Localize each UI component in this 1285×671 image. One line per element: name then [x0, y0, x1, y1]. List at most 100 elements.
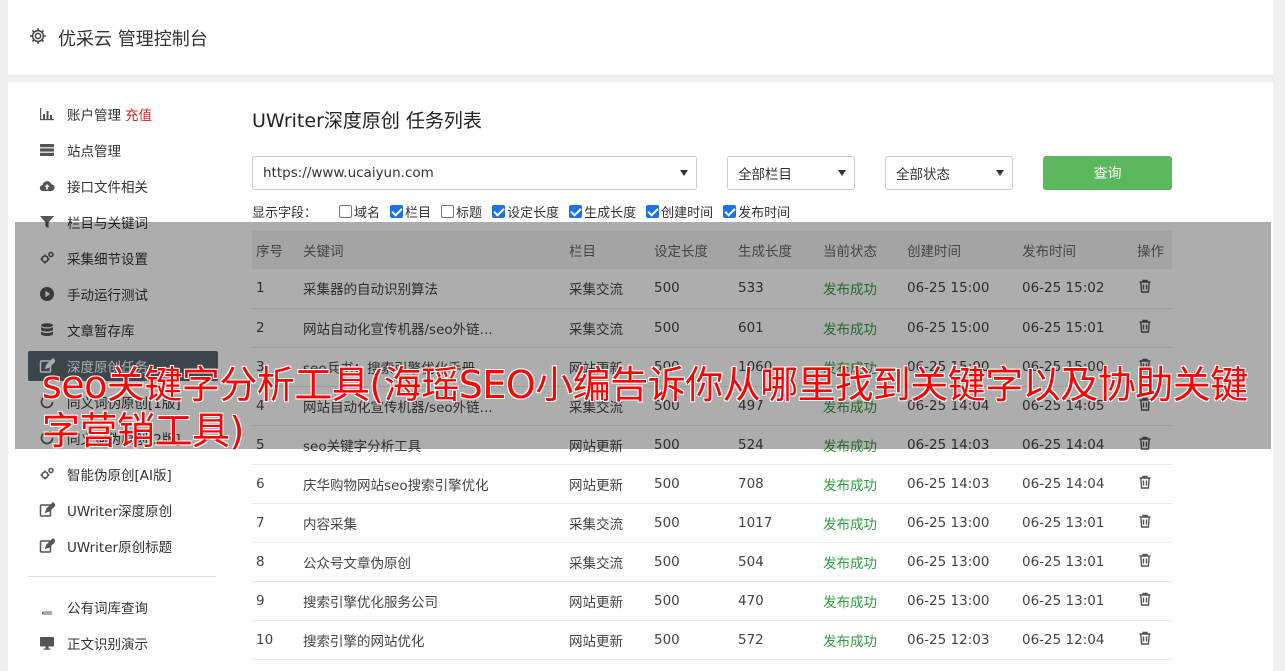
sidebar-item-label: UWriter原创标题: [67, 540, 173, 556]
table-cell: 采集交流: [565, 542, 650, 582]
page-title: UWriter深度原创 任务列表: [252, 110, 482, 132]
top-bar: 优采云 管理控制台: [8, 0, 1273, 76]
table-cell[interactable]: 公众号文章伪原创: [299, 542, 565, 582]
delete-button[interactable]: [1133, 620, 1172, 660]
checkbox-box[interactable]: [646, 204, 660, 218]
table-cell: 06-25 13:01: [1018, 581, 1133, 621]
sidebar-item-11[interactable]: 智能伪原创[AI版]: [28, 456, 218, 492]
chevron-down-icon: [680, 170, 688, 176]
query-button[interactable]: 查询: [1043, 156, 1172, 190]
delete-button[interactable]: [1133, 581, 1172, 621]
field-checkbox-6[interactable]: 创建时间: [646, 202, 713, 221]
chevron-down-icon: [838, 170, 846, 176]
checkbox-box[interactable]: [390, 204, 404, 218]
trash-icon[interactable]: [1137, 514, 1153, 533]
gear-icon[interactable]: [28, 26, 48, 46]
table-cell[interactable]: 内容采集: [299, 503, 565, 543]
table-cell: 708: [734, 464, 819, 504]
checkbox-box[interactable]: [441, 204, 455, 218]
field-checkbox-2[interactable]: 栏目: [390, 202, 431, 221]
checkbox-label: 标题: [456, 205, 483, 221]
content-area: UWriter深度原创 任务列表 https://www.ucaiyun.com…: [252, 106, 1172, 660]
sidebar-item-1[interactable]: 账户管理 充值: [28, 96, 218, 132]
field-checkbox-1[interactable]: 域名: [339, 202, 380, 221]
field-checkbox-7[interactable]: 发布时间: [723, 202, 790, 221]
table-cell: 1017: [734, 503, 819, 543]
checkbox-box[interactable]: [492, 204, 506, 218]
site-select-value: https://www.ucaiyun.com: [263, 165, 434, 181]
table-cell: 网站更新: [565, 620, 650, 660]
site-select[interactable]: https://www.ucaiyun.com: [252, 156, 697, 190]
table-cell: 06-25 12:04: [1018, 620, 1133, 660]
table-cell: 9: [252, 581, 299, 621]
server-icon: [38, 141, 56, 159]
table-cell: 500: [650, 581, 734, 621]
table-cell[interactable]: 搜索引擎优化服务公司: [299, 581, 565, 621]
checkbox-box[interactable]: [723, 204, 737, 218]
delete-button[interactable]: [1133, 542, 1172, 582]
table-cell: 6: [252, 464, 299, 504]
trash-icon[interactable]: [1137, 592, 1153, 611]
table-cell[interactable]: 搜索引擎的网站优化: [299, 620, 565, 660]
sidebar-item-3[interactable]: 接口文件相关: [28, 168, 218, 204]
table-cell: 06-25 13:00: [903, 503, 1018, 543]
table-cell: 06-25 13:00: [903, 581, 1018, 621]
delete-button[interactable]: [1133, 464, 1172, 504]
table-cell: 发布成功: [819, 464, 903, 504]
recharge-link[interactable]: 充值: [125, 104, 152, 124]
column-select[interactable]: 全部栏目: [727, 156, 855, 190]
table-cell: 500: [650, 464, 734, 504]
checkbox-label: 生成长度: [584, 205, 637, 221]
table-cell: 发布成功: [819, 581, 903, 621]
table-cell: 572: [734, 620, 819, 660]
sidebar-item-label: 账户管理: [67, 108, 121, 124]
checkbox-label: 发布时间: [738, 205, 791, 221]
edit-icon: [38, 537, 56, 555]
status-select[interactable]: 全部状态: [885, 156, 1013, 190]
trash-icon[interactable]: [1137, 553, 1153, 572]
table-cell: 06-25 14:04: [1018, 464, 1133, 504]
field-checkbox-5[interactable]: 生成长度: [569, 202, 636, 221]
table-cell: 504: [734, 542, 819, 582]
table-cell: 500: [650, 542, 734, 582]
table-cell: 网站更新: [565, 581, 650, 621]
table-cell: 470: [734, 581, 819, 621]
table-row: 6 庆华购物网站seo搜索引擎优化 网站更新 500 708 发布成功 06-25 14:0…: [252, 464, 1172, 504]
filter-bar: https://www.ucaiyun.com 全部栏目 全部状态 查询: [252, 156, 1172, 190]
checkbox-label: 栏目: [405, 205, 432, 221]
sidebar-item-label: 智能伪原创[AI版]: [67, 468, 172, 484]
field-checkbox-4[interactable]: 设定长度: [492, 202, 559, 221]
status-select-value: 全部状态: [896, 167, 950, 183]
cloud-upload-icon: [38, 177, 56, 195]
table-cell: 500: [650, 620, 734, 660]
sidebar-item-13[interactable]: UWriter原创标题: [28, 528, 218, 564]
checkbox-box[interactable]: [339, 204, 353, 218]
field-checkbox-3[interactable]: 标题: [441, 202, 482, 221]
article-caption: seo关键字分析工具(海瑶SEO小编告诉你从哪里找到关键字以及协助关键字营销工具…: [42, 363, 1248, 453]
display-fields: 显示字段： 域名 栏目 标题 设定长度 生成长度 创建时间 发布时间: [252, 202, 800, 221]
table-row: 9 搜索引擎优化服务公司 网站更新 500 470 发布成功 06-25 13:00 06-2…: [252, 581, 1172, 621]
checkbox-box[interactable]: [569, 204, 583, 218]
trash-icon[interactable]: [1137, 475, 1153, 494]
sidebar-item-2[interactable]: 站点管理: [28, 132, 218, 168]
sidebar-item-label: 站点管理: [67, 144, 121, 160]
table-row: 10 搜索引擎的网站优化 网站更新 500 572 发布成功 06-25 12:03 06-2…: [252, 620, 1172, 660]
checkbox-label: 域名: [354, 205, 381, 221]
sidebar-divider: [28, 576, 216, 577]
sidebar-item-12[interactable]: UWriter深度原创: [28, 492, 218, 528]
table-cell: 7: [252, 503, 299, 543]
sidebar-item-label: 接口文件相关: [67, 180, 148, 196]
edit-icon: [38, 501, 56, 519]
table-cell: 500: [650, 503, 734, 543]
table-cell: 8: [252, 542, 299, 582]
table-cell[interactable]: 庆华购物网站seo搜索引擎优化: [299, 464, 565, 504]
sidebar-item-1[interactable]: 公有词库查询: [28, 589, 218, 625]
table-cell: 发布成功: [819, 620, 903, 660]
trash-icon[interactable]: [1137, 631, 1153, 650]
table-cell: 采集交流: [565, 503, 650, 543]
sidebar-item-label: UWriter深度原创: [67, 504, 173, 520]
delete-button[interactable]: [1133, 503, 1172, 543]
table-cell: 10: [252, 620, 299, 660]
sidebar-item-2[interactable]: 正文识别演示: [28, 625, 218, 661]
sidebar-item-label: 公有词库查询: [67, 601, 148, 617]
